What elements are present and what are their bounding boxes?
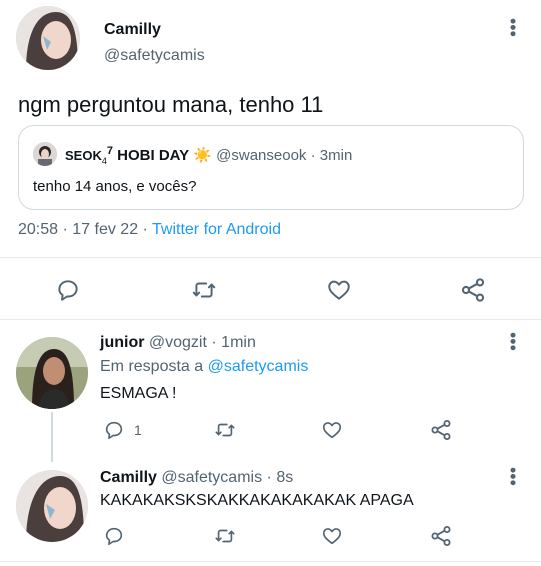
timestamp[interactable]: 20:58 · 17 fev 22 · bbox=[18, 221, 152, 238]
share-icon[interactable] bbox=[458, 275, 488, 305]
reply-icon[interactable] bbox=[102, 524, 126, 548]
retweet-icon[interactable] bbox=[189, 276, 219, 304]
tweet-meta: 20:58 · 17 fev 22 · Twitter for Android bbox=[18, 221, 281, 239]
share-icon[interactable] bbox=[428, 523, 454, 549]
reply-avatar[interactable] bbox=[16, 337, 88, 409]
more-options-icon[interactable]: ••• bbox=[503, 18, 523, 37]
quoted-name-sup: 7 bbox=[106, 145, 113, 157]
reply-time[interactable]: · 8s bbox=[267, 469, 294, 486]
reply-count: 1 bbox=[134, 422, 142, 438]
quoted-name-main: HOBI DAY bbox=[117, 147, 190, 164]
reply-text: KAKAKAKSKSKAKKAKAKAKAKAK APAGA bbox=[100, 492, 414, 509]
display-name[interactable]: Camilly bbox=[104, 21, 161, 39]
reply-handle[interactable]: @vogzit bbox=[149, 334, 207, 351]
reply-display-name[interactable]: junior bbox=[100, 334, 144, 351]
reply-header: junior @vogzit · 1min bbox=[100, 334, 256, 352]
thread-line bbox=[51, 412, 53, 462]
quoted-time: · 3min bbox=[310, 147, 353, 164]
sun-emoji-icon: ☀️ bbox=[193, 147, 212, 164]
like-icon[interactable] bbox=[320, 418, 344, 442]
divider bbox=[0, 257, 541, 258]
quoted-name-sub: 4 bbox=[101, 156, 107, 166]
reply-icon[interactable] bbox=[102, 418, 126, 442]
more-options-icon[interactable]: ••• bbox=[503, 332, 523, 351]
reply-icon[interactable] bbox=[54, 276, 82, 304]
user-handle[interactable]: @safetycamis bbox=[104, 47, 205, 65]
like-icon[interactable] bbox=[320, 524, 344, 548]
like-icon[interactable] bbox=[325, 276, 353, 304]
tweet-text: ngm perguntou mana, tenho 11 bbox=[18, 92, 324, 117]
reply-display-name[interactable]: Camilly bbox=[100, 469, 157, 486]
source-link[interactable]: Twitter for Android bbox=[152, 221, 281, 238]
reply-to-line: Em resposta a @safetycamis bbox=[100, 358, 308, 376]
quoted-handle: @swanseook bbox=[216, 147, 307, 164]
reply-time[interactable]: · 1min bbox=[211, 334, 255, 351]
reply-avatar[interactable] bbox=[16, 470, 88, 542]
reply-header: Camilly @safetycamis · 8s bbox=[100, 469, 293, 487]
reply-to-handle[interactable]: @safetycamis bbox=[208, 358, 309, 375]
divider bbox=[0, 319, 541, 320]
reply-handle[interactable]: @safetycamis bbox=[161, 469, 262, 486]
retweet-icon[interactable] bbox=[212, 524, 238, 548]
reply-text: ESMAGA ! bbox=[100, 385, 177, 402]
retweet-icon[interactable] bbox=[212, 418, 238, 442]
divider bbox=[0, 561, 541, 562]
more-options-icon[interactable]: ••• bbox=[503, 467, 523, 486]
quoted-avatar bbox=[33, 142, 57, 166]
quoted-display-name: SEOK47 HOBI DAY ☀️ @swanseook · 3min bbox=[65, 145, 352, 166]
quoted-text: tenho 14 anos, e vocês? bbox=[33, 178, 197, 195]
quoted-name-prefix: SEOK bbox=[65, 148, 102, 163]
share-icon[interactable] bbox=[428, 417, 454, 443]
quoted-tweet[interactable]: SEOK47 HOBI DAY ☀️ @swanseook · 3min ten… bbox=[18, 125, 524, 210]
reply-to-label: Em resposta a bbox=[100, 358, 208, 375]
avatar[interactable] bbox=[16, 6, 80, 70]
